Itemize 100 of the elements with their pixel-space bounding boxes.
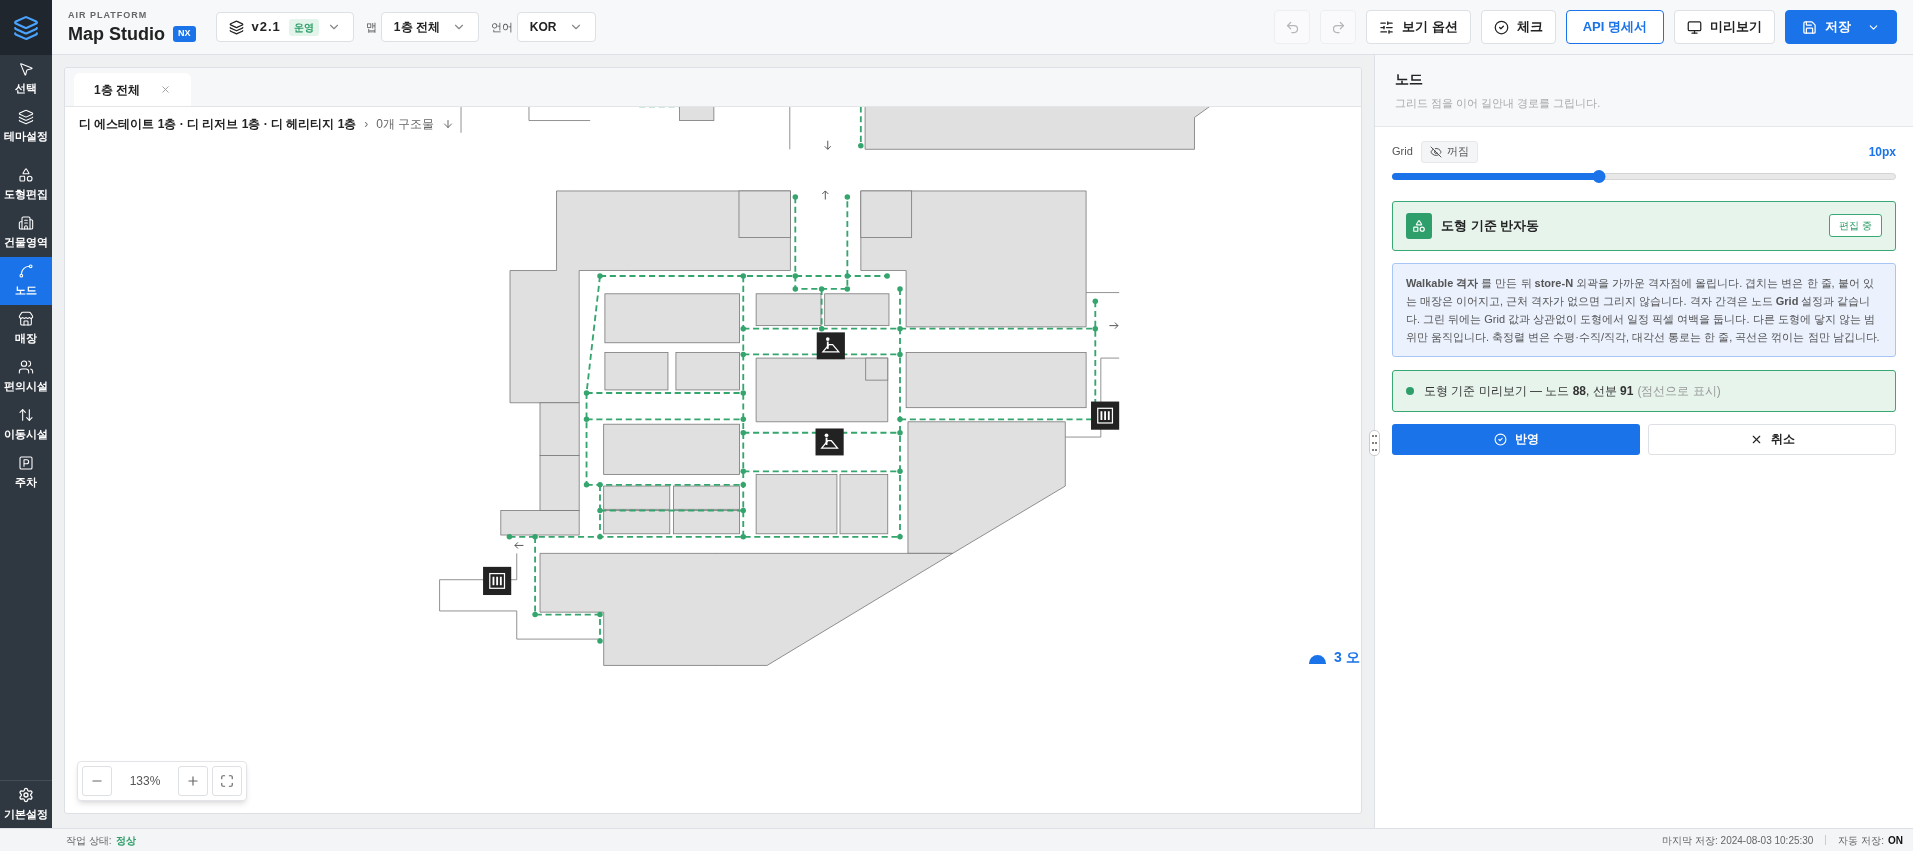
route-node[interactable]: [897, 351, 903, 358]
map-tab[interactable]: 1층 전체: [74, 73, 191, 106]
route-node[interactable]: [1092, 325, 1099, 332]
elevator-icon: [1091, 401, 1120, 430]
route-node[interactable]: [506, 534, 513, 540]
close-icon: [160, 84, 171, 95]
slider-thumb[interactable]: [1592, 170, 1606, 183]
language-select[interactable]: KOR: [516, 12, 596, 42]
route-node[interactable]: [1092, 298, 1099, 304]
fullscreen-button[interactable]: [212, 766, 242, 796]
marker-label: 3 오: [1334, 650, 1360, 664]
map-select[interactable]: 1층 전체: [380, 12, 479, 42]
breadcrumb-separator: ›: [364, 116, 369, 133]
route-node[interactable]: [897, 325, 903, 332]
route-node[interactable]: [897, 468, 903, 475]
shapes-icon: [18, 167, 34, 184]
route-node[interactable]: [597, 482, 603, 488]
store-icon: [18, 311, 34, 328]
cancel-button[interactable]: 취소: [1648, 423, 1896, 455]
layers-icon: [228, 19, 244, 35]
route-node[interactable]: [740, 390, 746, 396]
route-node[interactable]: [897, 286, 903, 292]
route-node[interactable]: [583, 482, 590, 488]
route-node[interactable]: [597, 611, 603, 618]
route-node[interactable]: [740, 534, 746, 540]
plus-icon: [186, 774, 200, 788]
save-button[interactable]: 저장: [1785, 10, 1897, 44]
preview-button[interactable]: 미리보기: [1674, 10, 1775, 44]
route-node[interactable]: [597, 507, 603, 514]
sidebar-item[interactable]: 도형편집: [0, 161, 52, 209]
sidebar-item[interactable]: 매장: [0, 305, 52, 353]
resize-handle-icon[interactable]: [1369, 430, 1380, 456]
store-area: [824, 293, 890, 327]
route-node[interactable]: [740, 468, 746, 475]
store-area: [860, 190, 913, 238]
route-node[interactable]: [740, 507, 746, 514]
editing-badge: 편집 중: [1829, 214, 1882, 237]
autosave-label: 자동 저장:: [1838, 833, 1884, 848]
sidebar-item[interactable]: 선택: [0, 55, 52, 103]
mode-title: 도형 기준 반자동: [1441, 216, 1540, 235]
route-node[interactable]: [792, 273, 799, 279]
route-node[interactable]: [818, 325, 825, 332]
route-node[interactable]: [818, 286, 825, 292]
sidebar-item[interactable]: 테마설정: [0, 103, 52, 151]
route-node[interactable]: [740, 482, 746, 488]
settings-icon: [18, 786, 34, 803]
route-node[interactable]: [740, 325, 746, 332]
view-options-button[interactable]: 보기 옵션: [1366, 10, 1471, 44]
check-button[interactable]: 체크: [1480, 10, 1556, 44]
undo-icon: [1284, 19, 1300, 35]
route-node[interactable]: [532, 611, 538, 618]
check-circle-icon: [1493, 432, 1507, 446]
zoom-level: 133%: [128, 773, 162, 790]
route-node[interactable]: [792, 286, 799, 292]
node-path-icon: [18, 263, 34, 280]
route-node[interactable]: [532, 534, 538, 540]
route-node[interactable]: [844, 286, 851, 292]
route-node[interactable]: [740, 430, 746, 436]
route-node[interactable]: [583, 416, 590, 423]
store-area: [675, 352, 740, 391]
sidebar-item[interactable]: 건물영역: [0, 209, 52, 257]
route-node[interactable]: [583, 390, 590, 396]
grid-slider[interactable]: [1392, 170, 1896, 183]
sidebar-item[interactable]: 노드: [0, 257, 52, 305]
route-node[interactable]: [740, 416, 746, 423]
fullscreen-icon: [220, 774, 234, 788]
apply-button[interactable]: 반영: [1392, 423, 1640, 455]
check-circle-icon: [1493, 19, 1509, 35]
preview-text: 도형 기준 미리보기 — 노드 88, 선분 91: [1424, 382, 1634, 400]
panel-title: 노드: [1395, 70, 1424, 89]
route-node[interactable]: [597, 638, 603, 644]
structure-count: 0개 구조물: [376, 116, 435, 133]
grid-value: 10px: [1868, 143, 1896, 161]
route-node[interactable]: [897, 534, 903, 540]
brand-label: AIR PLATFORM: [68, 9, 149, 23]
route-node[interactable]: [597, 534, 603, 540]
store-area: [738, 190, 791, 238]
route-node[interactable]: [792, 194, 799, 200]
store-area: [539, 402, 580, 456]
route-node[interactable]: [884, 273, 890, 279]
route-node[interactable]: [844, 273, 851, 279]
route-node[interactable]: [597, 273, 603, 279]
grid-toggle[interactable]: 꺼짐: [1420, 140, 1478, 163]
zoom-in-button[interactable]: [178, 766, 208, 796]
status-badge: 운영: [288, 18, 319, 36]
route-node[interactable]: [897, 416, 903, 423]
sidebar-item[interactable]: 주차: [0, 449, 52, 497]
route-node[interactable]: [740, 273, 746, 279]
layers-icon: [18, 109, 34, 126]
route-node[interactable]: [844, 194, 851, 200]
route-node[interactable]: [740, 351, 746, 358]
version-select[interactable]: v2.1 운영: [215, 12, 354, 42]
panel-subtitle: 그리드 점을 이어 길안내 경로를 그립니다.: [1395, 96, 1602, 111]
sidebar-item[interactable]: 이동시설: [0, 401, 52, 449]
api-spec-button[interactable]: API 명세서: [1565, 10, 1664, 44]
route-node[interactable]: [858, 142, 864, 149]
route-node[interactable]: [897, 430, 903, 436]
sidebar-item[interactable]: 편의시설: [0, 353, 52, 401]
store-area: [603, 485, 671, 510]
work-status-label: 작업 상태:: [66, 833, 112, 848]
